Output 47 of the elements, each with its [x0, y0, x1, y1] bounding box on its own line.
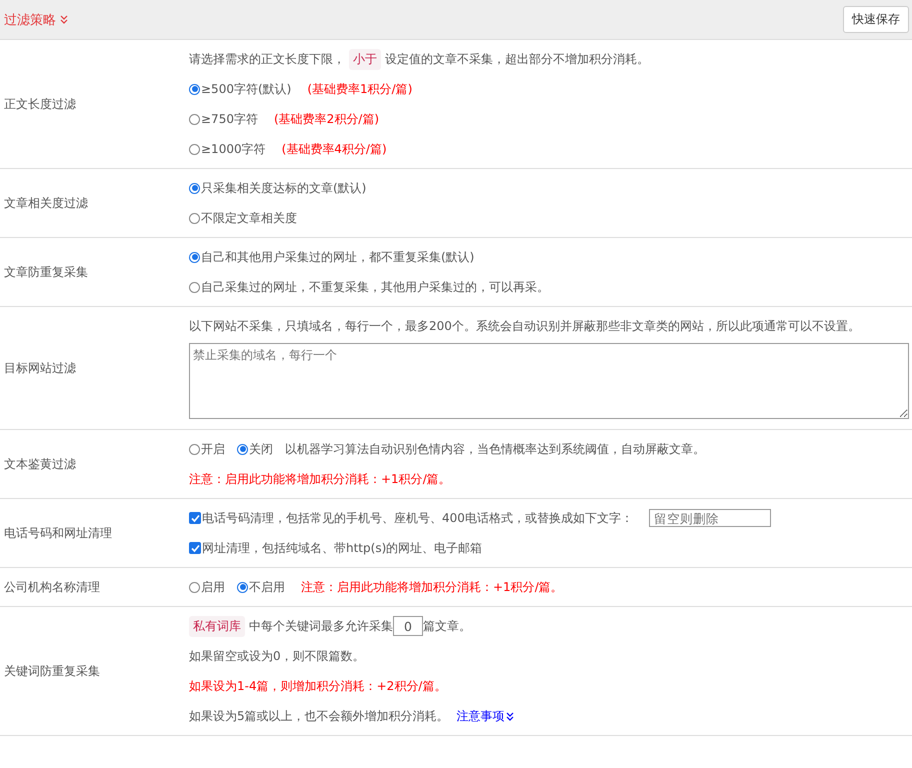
- description-text: 请选择需求的正文长度下限，: [189, 51, 345, 68]
- description-text: 如果留空或设为0，则不限篇数。: [189, 648, 365, 665]
- double-chevron-icon: [506, 712, 514, 720]
- double-chevron-icon: [60, 15, 68, 24]
- quick-save-button[interactable]: 快速保存: [843, 6, 909, 33]
- domain-textarea[interactable]: 禁止采集的域名，每行一个: [189, 343, 909, 419]
- section-title[interactable]: 过滤策略: [4, 10, 68, 28]
- notice-text: 注意：启用此功能将增加积分消耗：+1积分/篇。: [189, 471, 451, 488]
- radio-option[interactable]: 只采集相关度达标的文章(默认): [189, 180, 366, 196]
- notice-text: 如果设为1-4篇，则增加积分消耗：+2积分/篇。: [189, 678, 446, 695]
- description-text: 中每个关键词最多允许采集: [249, 618, 393, 635]
- checkbox-option[interactable]: 电话号码清理，包括常见的手机号、座机号、400电话格式，或替换成如下文字：: [189, 510, 633, 526]
- radio-option[interactable]: 关闭: [237, 440, 273, 458]
- row-label: 关键词防重复采集: [3, 662, 101, 680]
- description-text: 篇文章。: [423, 618, 471, 635]
- row-label: 文章防重复采集: [3, 264, 89, 280]
- notice-text: 注意：启用此功能将增加积分消耗：+1积分/篇。: [301, 579, 563, 596]
- count-input[interactable]: 0: [393, 616, 423, 636]
- radio-option[interactable]: 自己采集过的网址，不重复采集，其他用户采集过的，可以再采。: [189, 278, 549, 296]
- radio-option[interactable]: 自己和其他用户采集过的网址，都不重复采集(默认): [189, 248, 474, 266]
- keyword-tag: 私有词库: [189, 616, 245, 636]
- radio-option[interactable]: 开启: [189, 440, 225, 458]
- row-label: 目标网站过滤: [3, 360, 77, 376]
- description-text: 以下网站不采集，只填域名，每行一个，最多200个。系统会自动识别并屏蔽那些非文章类的网站，所以此项通常可以不设置。: [189, 318, 860, 335]
- row-label: 正文长度过滤: [3, 96, 77, 112]
- radio-option[interactable]: 不限定文章相关度: [189, 210, 297, 226]
- description-text: 设定值的文章不采集，超出部分不增加积分消耗。: [385, 51, 649, 68]
- description-text: 以机器学习算法自动识别色情内容，当色情概率达到系统阈值，自动屏蔽文章。: [285, 441, 705, 458]
- notice-text: (基础费率1积分/篇): [307, 81, 412, 98]
- replacement-input[interactable]: 留空则删除: [648, 509, 771, 527]
- radio-option[interactable]: ≥1000字符: [189, 140, 266, 158]
- check-icon: [190, 514, 200, 522]
- check-icon: [190, 544, 200, 552]
- row-label: 电话号码和网址清理: [3, 524, 113, 542]
- radio-option[interactable]: 启用: [189, 578, 225, 596]
- row-label: 文章相关度过滤: [3, 194, 89, 212]
- radio-option[interactable]: 不启用: [237, 578, 285, 596]
- notice-text: (基础费率4积分/篇): [282, 141, 387, 158]
- radio-option[interactable]: ≥750字符: [189, 110, 258, 128]
- row-label: 文本鉴黄过滤: [3, 456, 77, 472]
- description-text: 如果设为5篇或以上，也不会额外增加积分消耗。: [189, 708, 449, 725]
- keyword-tag: 小于: [349, 48, 381, 70]
- notes-link[interactable]: 注意事项: [456, 708, 514, 724]
- radio-option[interactable]: ≥500字符(默认): [189, 80, 292, 98]
- checkbox-option[interactable]: 网址清理，包括纯域名、带http(s)的网址、电子邮箱: [189, 540, 482, 556]
- row-label: 公司机构名称清理: [3, 578, 101, 596]
- notice-text: (基础费率2积分/篇): [274, 111, 380, 128]
